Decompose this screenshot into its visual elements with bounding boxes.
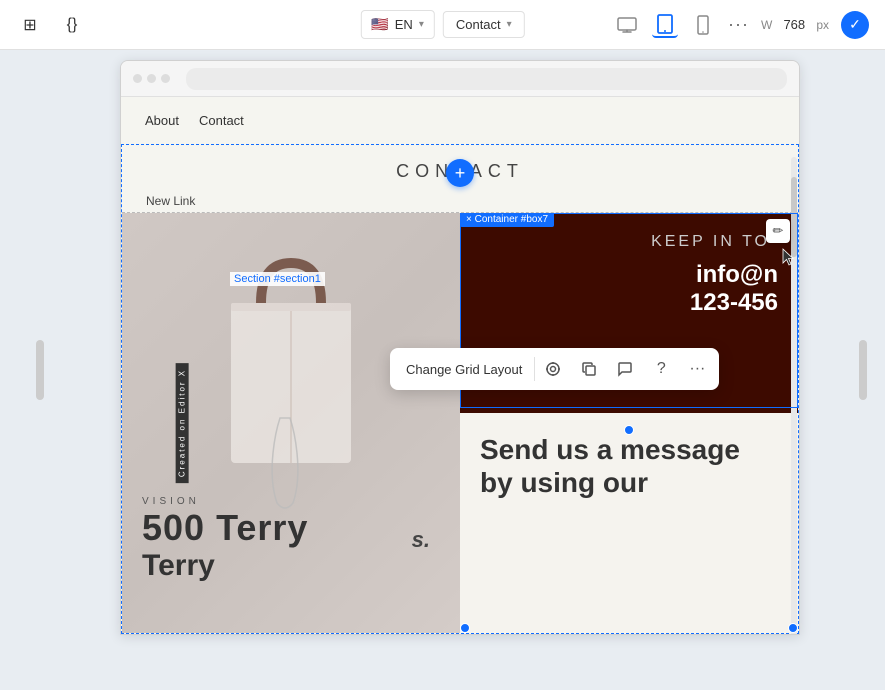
canvas-wrapper: About Contact Section #section1 + CONTAC…: [80, 50, 840, 690]
width-unit: px: [816, 18, 829, 32]
page-chevron-icon: ▾: [507, 19, 512, 30]
send-message-text: Send us a message: [480, 433, 778, 467]
grid-icon[interactable]: ⊞: [16, 11, 44, 39]
flag-icon: 🇺🇸: [371, 16, 388, 33]
vision-text: VISION 500 Terry Terry: [142, 496, 308, 583]
toolbar-center: 🇺🇸 EN ▾ Contact ▾: [360, 10, 524, 39]
tablet-icon[interactable]: [652, 12, 678, 38]
left-resize-handle[interactable]: [36, 340, 44, 400]
section-label: Section #section1: [230, 272, 325, 286]
vision-number: 500 Terry: [142, 507, 308, 549]
new-link-text[interactable]: New Link: [122, 190, 798, 212]
left-resize-panel: [0, 50, 80, 690]
desktop-icon[interactable]: [614, 12, 640, 38]
vision-terry: Terry: [142, 549, 308, 583]
browser-dot-green: [161, 74, 170, 83]
mobile-icon[interactable]: [690, 12, 716, 38]
resize-handle-middle-bottom[interactable]: [624, 425, 634, 435]
browser-dot-red: [133, 74, 142, 83]
grid-toolbar-label: Change Grid Layout: [394, 362, 534, 377]
container-badge[interactable]: × Container #box7: [460, 213, 554, 227]
language-selector[interactable]: 🇺🇸 EN ▾: [360, 10, 435, 39]
created-on-label: Created on Editor X: [176, 363, 189, 483]
code-icon[interactable]: {}: [58, 11, 86, 39]
check-button[interactable]: ✓: [841, 11, 869, 39]
grid-comment-button[interactable]: [607, 351, 643, 387]
site-nav: About Contact: [121, 97, 799, 144]
right-resize-handle[interactable]: [859, 340, 867, 400]
nav-contact[interactable]: Contact: [199, 113, 244, 128]
right-cell: × Container #box7 ✏ KEEP IN TO info@n 12…: [460, 213, 798, 633]
scroll-thumb[interactable]: [791, 177, 797, 257]
scroll-track: [791, 157, 797, 635]
right-resize-panel: [840, 50, 885, 690]
width-group: W 768 px: [761, 17, 829, 32]
right-cell-bottom: Send us a message by using our: [460, 413, 798, 633]
add-section-button[interactable]: +: [446, 159, 474, 187]
main-area: About Contact Section #section1 + CONTAC…: [0, 50, 885, 690]
grid-help-button[interactable]: ?: [643, 351, 679, 387]
grid-target-button[interactable]: [535, 351, 571, 387]
grid-more-button[interactable]: ···: [679, 351, 715, 387]
browser-dots: [133, 74, 170, 83]
help-icon: ?: [657, 360, 666, 378]
width-value[interactable]: 768: [776, 17, 812, 32]
grid-area: Created on Editor X s. VISION 500 Terry …: [122, 212, 798, 633]
width-label: W: [761, 18, 772, 32]
grid-copy-button[interactable]: [571, 351, 607, 387]
more-options-button[interactable]: ···: [728, 14, 749, 35]
edit-button[interactable]: ✏: [766, 219, 790, 243]
by-using-text: by using our: [480, 467, 778, 499]
more-icon: ···: [689, 360, 705, 378]
browser-bar: [121, 61, 799, 97]
vision-label: VISION: [142, 496, 308, 507]
browser-url-bar[interactable]: [186, 68, 787, 90]
toolbar-right: ··· W 768 px ✓: [614, 11, 869, 39]
page-name: Contact: [456, 17, 501, 32]
brand-mark: s.: [412, 527, 430, 553]
keep-in-touch-text: KEEP IN TO: [480, 233, 778, 251]
language-label: EN: [395, 17, 413, 32]
nav-about[interactable]: About: [145, 113, 179, 128]
toolbar-left: ⊞ {}: [16, 11, 86, 39]
phone-text: 123-456: [480, 289, 778, 317]
email-text: info@n: [480, 261, 778, 289]
grid-toolbar: Change Grid Layout: [390, 348, 719, 390]
lang-chevron-icon: ▾: [419, 19, 424, 30]
browser-dot-yellow: [147, 74, 156, 83]
resize-handle-bottom-right[interactable]: [788, 623, 798, 633]
page-selector[interactable]: Contact ▾: [443, 11, 525, 38]
top-toolbar: ⊞ {} 🇺🇸 EN ▾ Contact ▾: [0, 0, 885, 50]
resize-handle-bottom-left[interactable]: [460, 623, 470, 633]
